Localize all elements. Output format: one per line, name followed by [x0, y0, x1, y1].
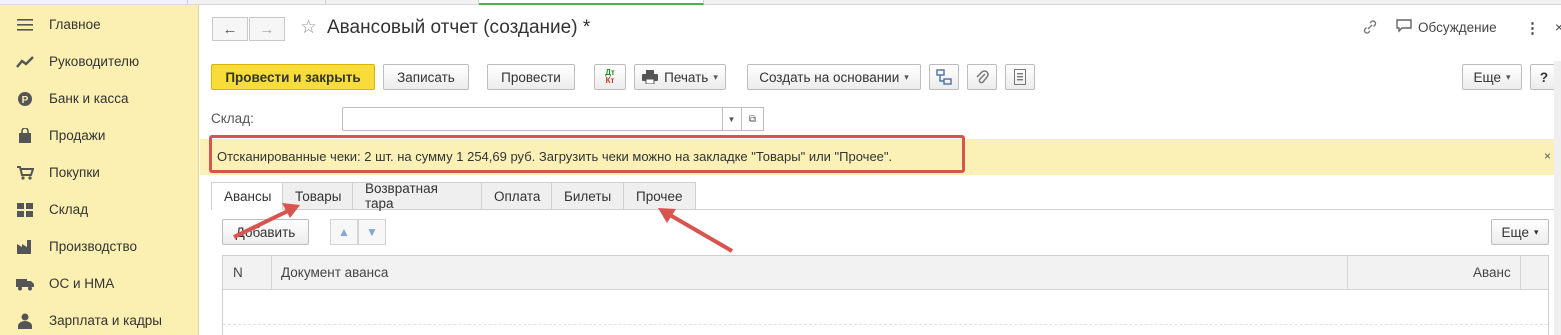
trend-chart-icon — [16, 53, 34, 71]
sidebar-item-label: Главное — [49, 17, 101, 32]
sidebar-item-label: Руководителю — [49, 54, 140, 69]
sidebar-item-manager[interactable]: Руководителю — [0, 43, 199, 80]
sidebar-item-salary[interactable]: Зарплата и кадры — [0, 302, 199, 335]
document-form: ← → ☆ Авансовый отчет (создание) * Обсуж… — [200, 5, 1561, 335]
sidebar-item-label: Склад — [49, 202, 89, 217]
sidebar-item-warehouse[interactable]: Склад — [0, 191, 199, 228]
annotation-arrow-goods — [233, 203, 300, 239]
sidebar-item-label: Продажи — [49, 128, 106, 143]
sidebar-item-label: Производство — [49, 239, 138, 254]
sidebar: Главное Руководителю P Банк и касса Прод… — [0, 5, 199, 335]
annotation-arrows — [233, 203, 734, 253]
sidebar-item-production[interactable]: Производство — [0, 228, 199, 265]
menu-lines-icon — [16, 16, 34, 34]
warehouse-grid-icon — [16, 201, 34, 219]
truck-icon — [16, 275, 34, 293]
sidebar-item-fixed-assets[interactable]: ОС и НМА — [0, 265, 199, 302]
sidebar-item-main[interactable]: Главное — [0, 6, 199, 43]
shopping-bag-icon — [16, 127, 34, 145]
cart-icon — [16, 164, 34, 182]
app-window: Главное Руководителю P Банк и касса Прод… — [0, 0, 1561, 335]
sidebar-item-label: Банк и касса — [49, 91, 129, 106]
annotation-arrow-other — [658, 208, 734, 253]
svg-text:P: P — [22, 95, 29, 106]
sidebar-item-sales[interactable]: Продажи — [0, 117, 199, 154]
factory-icon — [16, 238, 34, 256]
coin-icon: P — [16, 90, 34, 108]
sidebar-item-label: ОС и НМА — [49, 276, 115, 291]
sidebar-item-bank[interactable]: P Банк и касса — [0, 80, 199, 117]
person-icon — [16, 312, 34, 330]
sidebar-item-purchases[interactable]: Покупки — [0, 154, 199, 191]
sidebar-item-label: Покупки — [49, 165, 100, 180]
sidebar-item-label: Зарплата и кадры — [49, 313, 162, 328]
